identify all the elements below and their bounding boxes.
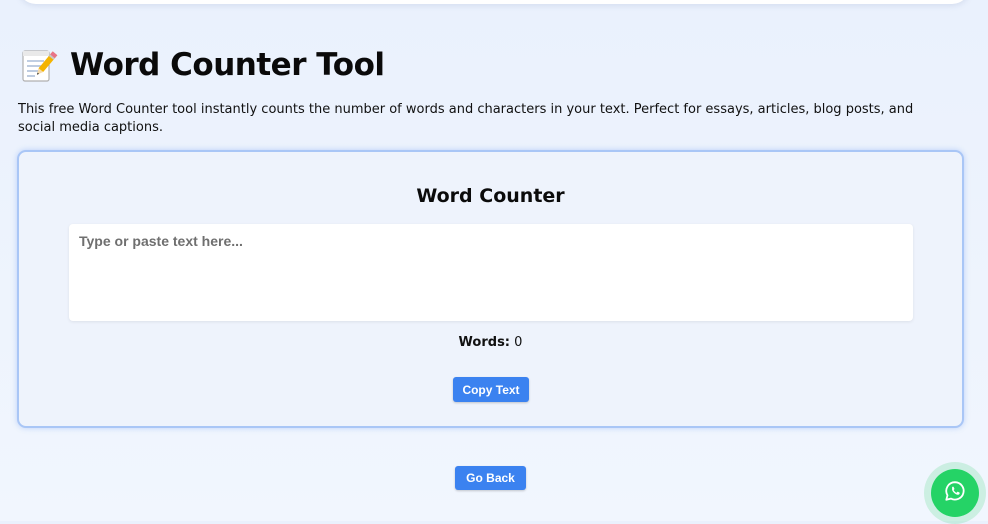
copy-text-button[interactable]: Copy Text xyxy=(453,377,529,402)
page-heading: Word Counter Tool xyxy=(20,44,385,86)
intro-text: This free Word Counter tool instantly co… xyxy=(18,102,914,135)
whatsapp-button[interactable] xyxy=(924,462,986,524)
word-count: Words: 0 xyxy=(19,335,962,350)
memo-icon xyxy=(20,46,58,84)
words-label: Words: xyxy=(458,335,511,350)
go-back-button[interactable]: Go Back xyxy=(455,466,526,490)
tool-title: Word Counter xyxy=(416,185,565,207)
whatsapp-button-inner[interactable] xyxy=(931,469,979,517)
top-card-edge xyxy=(18,0,970,4)
word-counter-card: Word Counter Words: 0 Copy Text xyxy=(17,150,964,428)
whatsapp-icon xyxy=(943,479,967,507)
page-title: Word Counter Tool xyxy=(70,47,385,83)
text-input[interactable] xyxy=(69,224,913,321)
words-value: 0 xyxy=(514,335,523,350)
